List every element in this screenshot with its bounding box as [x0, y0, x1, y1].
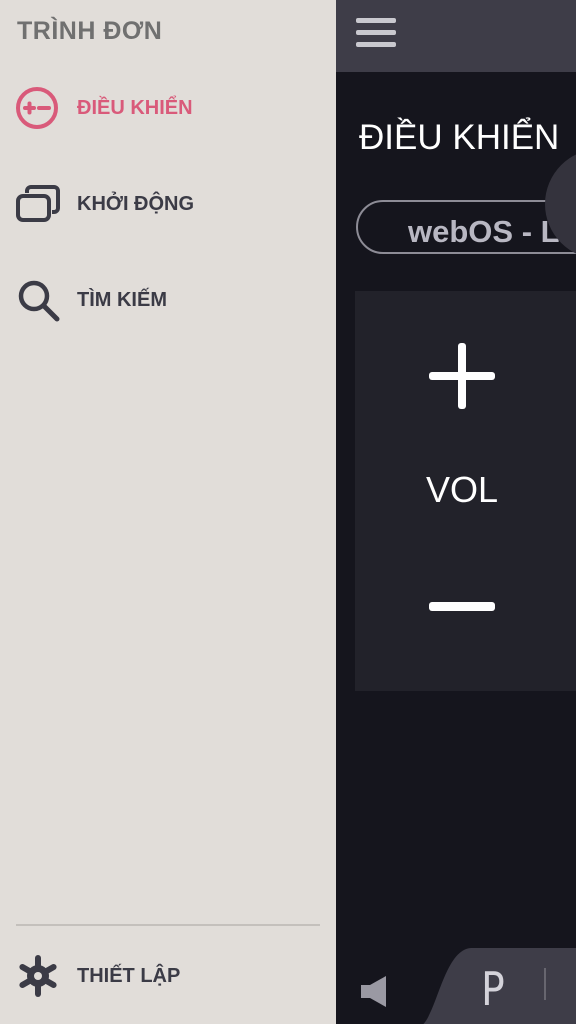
drawer-divider: [16, 924, 320, 926]
speaker-icon[interactable]: [360, 974, 390, 1008]
hamburger-menu-icon[interactable]: [356, 18, 396, 50]
volume-down-button[interactable]: [429, 602, 495, 611]
device-name: webOS - Li: [408, 214, 569, 249]
settings-gear-icon: [14, 952, 62, 1000]
page-title: ĐIỀU KHIỂN: [359, 118, 560, 157]
menu-item-settings[interactable]: THIẾT LẬP: [0, 944, 336, 1008]
volume-up-button[interactable]: [429, 343, 495, 409]
tab-glyph[interactable]: P: [481, 962, 505, 1016]
top-app-bar: [336, 0, 576, 72]
main-content: ĐIỀU KHIỂN webOS - Li VOL P: [336, 0, 576, 1024]
menu-item-label: THIẾT LẬP: [77, 964, 181, 987]
device-selector[interactable]: webOS - Li: [356, 200, 576, 254]
tab-separator: [544, 968, 546, 1000]
menu-item-label: ĐIỀU KHIỂN: [77, 96, 193, 119]
volume-panel: VOL: [355, 291, 576, 691]
navigation-drawer: TRÌNH ĐƠN ĐIỀU KHIỂN KHỞI ĐỘNG TÌM KIẾM …: [0, 0, 336, 1024]
menu-item-label: TÌM KIẾM: [77, 288, 167, 311]
menu-item-search[interactable]: TÌM KIẾM: [0, 268, 336, 332]
launch-windows-icon: [14, 180, 62, 228]
remote-control-icon: [14, 84, 62, 132]
drawer-title: TRÌNH ĐƠN: [17, 17, 163, 45]
menu-item-label: KHỞI ĐỘNG: [77, 192, 195, 215]
bottom-bar: P: [336, 940, 576, 1024]
search-icon: [14, 276, 62, 324]
menu-item-control[interactable]: ĐIỀU KHIỂN: [0, 76, 336, 140]
menu-item-launch[interactable]: KHỞI ĐỘNG: [0, 172, 336, 236]
volume-label: VOL: [426, 469, 499, 510]
